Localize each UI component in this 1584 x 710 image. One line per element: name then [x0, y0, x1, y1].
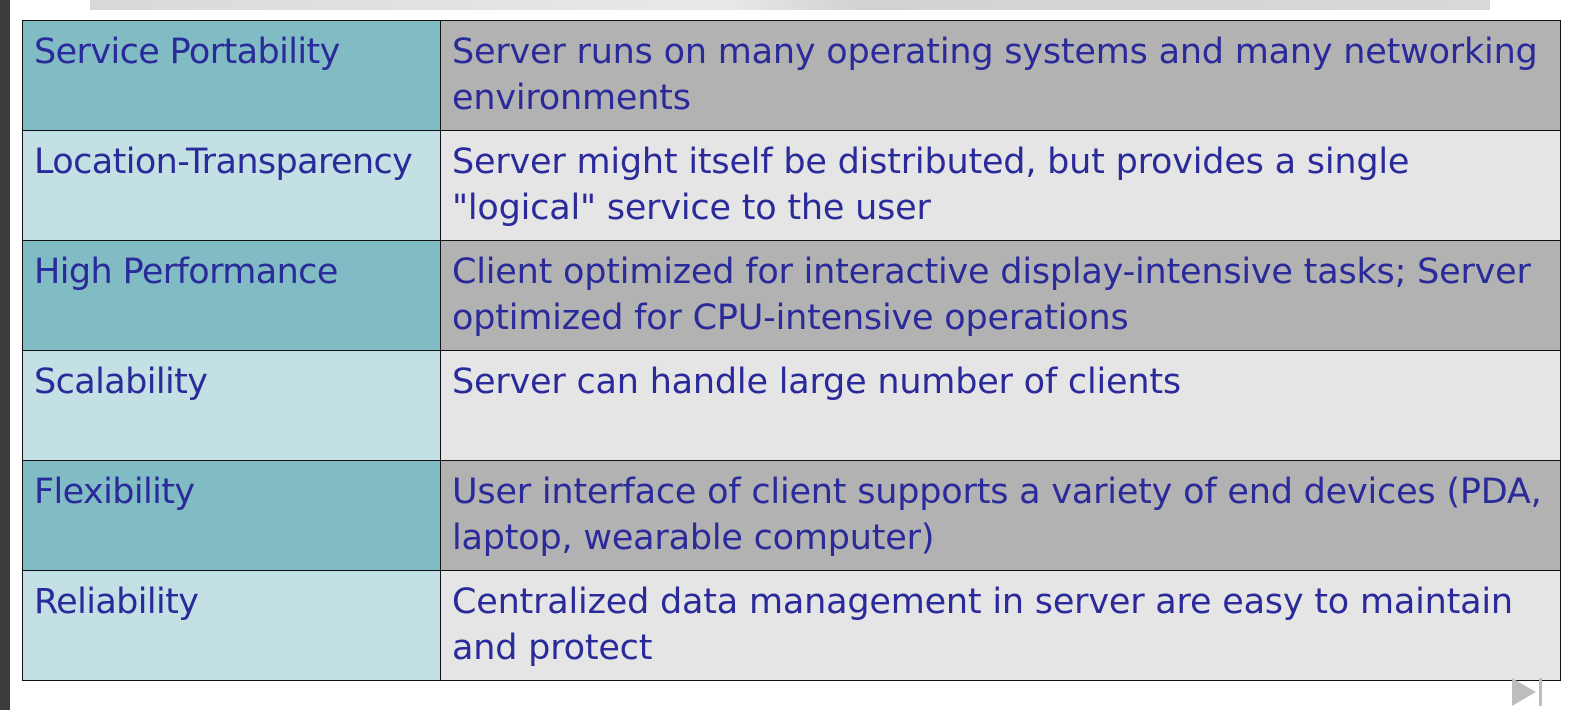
- property-description: User interface of client supports a vari…: [440, 460, 1561, 571]
- property-name: Reliability: [22, 570, 441, 681]
- left-edge-strip: [0, 0, 10, 710]
- property-description: Server might itself be distributed, but …: [440, 130, 1561, 241]
- table-row: Flexibility User interface of client sup…: [22, 460, 1561, 571]
- table-row: Reliability Centralized data management …: [22, 570, 1561, 681]
- properties-table: Service Portability Server runs on many …: [22, 20, 1561, 681]
- table-row: Service Portability Server runs on many …: [22, 20, 1561, 131]
- table-row: Scalability Server can handle large numb…: [22, 350, 1561, 461]
- property-description: Client optimized for interactive display…: [440, 240, 1561, 351]
- table-row: High Performance Client optimized for in…: [22, 240, 1561, 351]
- top-slide-bar: [90, 0, 1490, 10]
- property-description: Server can handle large number of client…: [440, 350, 1561, 461]
- property-name: High Performance: [22, 240, 441, 351]
- property-name: Service Portability: [22, 20, 441, 131]
- table-row: Location-Transparency Server might itsel…: [22, 130, 1561, 241]
- property-name: Scalability: [22, 350, 441, 461]
- property-description: Server runs on many operating systems an…: [440, 20, 1561, 131]
- property-description: Centralized data management in server ar…: [440, 570, 1561, 681]
- property-name: Flexibility: [22, 460, 441, 571]
- skip-to-end-button[interactable]: [1512, 678, 1546, 706]
- property-name: Location-Transparency: [22, 130, 441, 241]
- properties-table-container: Service Portability Server runs on many …: [22, 20, 1561, 681]
- skip-to-end-icon: [1512, 678, 1542, 706]
